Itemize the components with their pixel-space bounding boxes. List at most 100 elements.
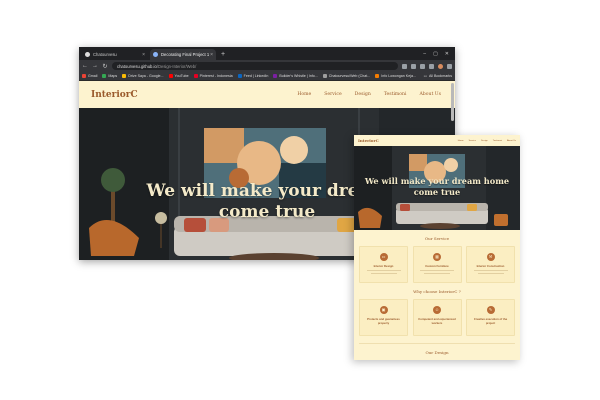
download-icon[interactable] xyxy=(420,63,425,69)
maximize-icon[interactable]: ▢ xyxy=(433,49,438,60)
reason-card-title: Competent and experienced workers xyxy=(418,317,456,325)
nav-service[interactable]: Service xyxy=(324,92,341,97)
youtube-icon xyxy=(168,74,173,78)
palette-icon: ✎ xyxy=(486,306,495,314)
close-tab-icon[interactable]: × xyxy=(142,52,145,58)
url-path: /Design-Interior/Web/ xyxy=(156,63,197,69)
forward-icon[interactable]: → xyxy=(92,63,98,69)
address-bar-row: ← → ↻ chatourvesu.github.io/Design-Inter… xyxy=(79,60,455,72)
reason-card[interactable]: ☺ Competent and experienced workers xyxy=(412,299,462,336)
bookmark-github[interactable]: Chatourvesu/Web (Chat... xyxy=(322,74,371,78)
screenshot-stage: Chatourvesu × Decorating Final Project 1… xyxy=(0,0,600,400)
bookmark-linkedin[interactable]: Feed | LinkedIn xyxy=(237,74,268,78)
nav-home[interactable]: Home xyxy=(297,92,311,97)
tab-label: Decorating Final Project 1 xyxy=(161,52,210,57)
nav-testimoni[interactable]: Testimoni xyxy=(384,92,407,97)
placeholder-text-line xyxy=(370,273,397,274)
window-controls: – ▢ ✕ xyxy=(423,49,455,60)
bookmark-builders[interactable]: Builder's Whistle | Info... xyxy=(273,74,318,78)
bookmark-pinterest[interactable]: Pinterest - Indonesia xyxy=(193,74,233,78)
service-card-title: Custom Furniture xyxy=(425,264,449,268)
preview-nav-testimoni[interactable]: Testimoni xyxy=(493,140,502,142)
minimize-icon[interactable]: – xyxy=(423,49,426,60)
nav-about-us[interactable]: About Us xyxy=(419,92,441,97)
service-card[interactable]: ▭ Interior Design xyxy=(359,246,408,283)
tab-label: Chatourvesu xyxy=(93,52,117,57)
maps-icon xyxy=(102,74,107,78)
preview-nav-design[interactable]: Design xyxy=(481,140,488,142)
cabinet-icon: ▦ xyxy=(433,253,441,261)
pinterest-icon xyxy=(193,74,198,78)
service-section-title: Our Service xyxy=(424,236,450,241)
profile-avatar[interactable] xyxy=(438,63,443,69)
folder-icon: ▭ xyxy=(423,74,428,78)
tab-chatourvesu[interactable]: Chatourvesu × xyxy=(82,49,148,60)
preview-hero-title-line-1: We will make your dream home xyxy=(364,176,510,186)
site-icon xyxy=(273,74,278,78)
all-bookmarks-label: All Bookmarks xyxy=(429,74,452,78)
all-bookmarks[interactable]: ▭ All Bookmarks xyxy=(424,74,452,78)
responsive-page-preview: InteriorC Home Service Design Testimoni … xyxy=(354,135,520,360)
site-menu: Home Service Design Testimoni About Us xyxy=(297,92,441,97)
preview-logo[interactable]: InteriorC xyxy=(358,138,379,143)
preview-hero-title: We will make your dream home come true xyxy=(354,176,520,198)
bookmark-drive[interactable]: Drive Saya - Google... xyxy=(122,74,164,78)
shield-icon: ▣ xyxy=(379,306,388,314)
linkedin-icon xyxy=(237,74,242,78)
preview-navbar: InteriorC Home Service Design Testimoni … xyxy=(354,135,520,146)
site-logo[interactable]: InteriorC xyxy=(91,90,138,100)
bookmark-label: Maps xyxy=(108,74,118,78)
site-icon xyxy=(375,74,380,78)
placeholder-text-line xyxy=(366,270,401,271)
gmail-icon xyxy=(82,74,86,78)
preview-nav-service[interactable]: Service xyxy=(469,140,476,142)
preview-nav-home[interactable]: Home xyxy=(458,140,464,142)
service-card-title: Interior Construction xyxy=(476,264,505,268)
page-scrollbar[interactable] xyxy=(451,83,454,121)
reason-card[interactable]: ✎ Creative execution of the project xyxy=(466,299,515,336)
extensions-icon[interactable] xyxy=(411,63,416,69)
bookmark-gmail[interactable]: Gmail xyxy=(82,74,97,78)
service-card[interactable]: ▦ Custom Furniture xyxy=(412,246,462,283)
preview-nav-about-us[interactable]: About Us xyxy=(507,140,516,142)
service-cards: ▭ Interior Design ▦ Custom Furniture ⚒ I… xyxy=(354,246,520,283)
placeholder-text-line xyxy=(420,270,454,271)
reason-card-title: Creative execution of the project xyxy=(473,317,508,325)
bookmark-maps[interactable]: Maps xyxy=(102,74,117,78)
close-window-icon[interactable]: ✕ xyxy=(445,49,449,60)
bookmark-label: Gmail xyxy=(88,74,98,78)
tab-strip: Chatourvesu × Decorating Final Project 1… xyxy=(79,47,455,60)
bookmark-youtube[interactable]: YouTube xyxy=(168,74,189,78)
bookmark-star-icon[interactable] xyxy=(402,63,407,69)
bookmark-label: Info Lowongan Keja... xyxy=(381,74,416,78)
back-icon[interactable]: ← xyxy=(82,63,88,69)
bookmarks-bar: Gmail Maps Drive Saya - Google... YouTub… xyxy=(79,72,455,81)
tab-decorating-project[interactable]: Decorating Final Project 1 × xyxy=(150,49,216,60)
preview-menu: Home Service Design Testimoni About Us xyxy=(458,140,516,142)
bookmark-lowongan[interactable]: Info Lowongan Keja... xyxy=(375,74,416,78)
section-divider xyxy=(359,343,515,344)
reason-card[interactable]: ▣ Protects and guarantees property xyxy=(359,299,408,336)
sidebar-icon[interactable] xyxy=(429,63,434,69)
url-host: chatourvesu.github.io xyxy=(117,63,157,69)
bookmark-label: Pinterest - Indonesia xyxy=(199,74,233,78)
bookmark-label: Chatourvesu/Web (Chat... xyxy=(328,74,371,78)
reload-icon[interactable]: ↻ xyxy=(102,63,108,70)
url-field[interactable]: chatourvesu.github.io/Design-Interior/We… xyxy=(112,62,398,70)
reason-cards: ▣ Protects and guarantees property ☺ Com… xyxy=(354,299,520,336)
worker-icon: ☺ xyxy=(433,306,441,314)
service-card[interactable]: ⚒ Interior Construction xyxy=(466,246,515,283)
github-icon xyxy=(85,52,90,57)
hammer-icon: ⚒ xyxy=(486,253,495,261)
new-tab-icon[interactable]: + xyxy=(218,49,228,60)
why-section-title: Why choose InteriorC ? xyxy=(413,289,461,294)
nav-design[interactable]: Design xyxy=(355,92,371,97)
placeholder-text-line xyxy=(477,273,504,274)
preview-hero-title-line-2: come true xyxy=(413,187,461,197)
github-icon xyxy=(322,74,327,78)
service-card-title: Interior Design xyxy=(373,264,394,268)
menu-icon[interactable] xyxy=(447,63,452,69)
site-navbar: InteriorC Home Service Design Testimoni … xyxy=(79,81,455,108)
close-tab-icon[interactable]: × xyxy=(210,52,213,58)
bookmark-label: YouTube xyxy=(174,74,189,78)
